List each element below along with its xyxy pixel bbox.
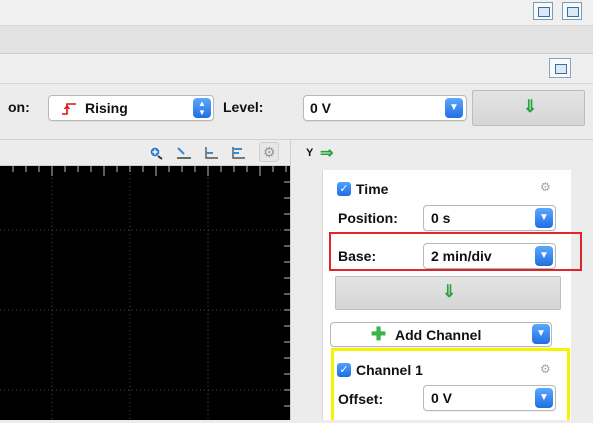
time-position-select[interactable]: 0 s ▼ <box>423 205 556 231</box>
restore-icon <box>555 64 567 74</box>
time-settings-gear-icon[interactable]: ⚙ <box>540 180 551 194</box>
channel1-settings-gear-icon[interactable]: ⚙ <box>540 362 551 376</box>
chevron-down-icon: ▼ <box>535 246 553 266</box>
channel1-offset-select[interactable]: 0 V ▼ <box>423 385 556 411</box>
time-position-label: Position: <box>338 210 398 226</box>
time-base-label: Base: <box>338 248 377 264</box>
chevron-down-icon: ▼ <box>445 98 463 118</box>
maximize-window-button[interactable] <box>562 2 582 20</box>
down-arrow-icon: ⇓ <box>523 97 538 116</box>
scope-toolbar <box>0 140 290 166</box>
add-channel-button[interactable]: ✚ Add Channel <box>330 322 552 347</box>
channel1-offset-value: 0 V <box>431 390 453 406</box>
time-title: Time <box>356 181 389 197</box>
rising-edge-icon <box>62 103 76 115</box>
chevron-down-icon: ▼ <box>535 208 553 228</box>
restore-icon <box>538 7 550 17</box>
add-channel-dropdown-icon[interactable]: ▼ <box>532 324 550 344</box>
scope-settings-button[interactable]: ⚙ <box>259 142 279 162</box>
trigger-slope-value: Rising <box>85 100 128 116</box>
apply-trigger-button[interactable]: ⇓ <box>472 90 585 126</box>
time-position-value: 0 s <box>431 210 451 226</box>
trigger-level-label: Level: <box>223 99 264 115</box>
add-channel-label: Add Channel <box>395 327 482 343</box>
apply-time-button[interactable]: ⇓ <box>335 276 561 310</box>
plus-icon: ✚ <box>371 324 387 344</box>
chevron-down-icon: ▼ <box>535 388 553 408</box>
zoom-icon[interactable] <box>148 146 164 160</box>
toolbar-strip <box>0 26 593 54</box>
up-down-arrows-icon: ▲ ▼ <box>193 98 211 118</box>
sub-toolbar-strip <box>0 54 593 84</box>
time-base-select[interactable]: 2 min/div ▼ <box>423 243 556 269</box>
baseline-icon[interactable] <box>203 146 219 160</box>
trigger-slope-select[interactable]: Rising ▲ ▼ <box>48 95 214 121</box>
window-title-bar <box>0 0 593 26</box>
cursor-icon[interactable] <box>176 146 192 160</box>
trigger-slope-label: on: <box>8 99 30 115</box>
panel-restore-button[interactable] <box>549 58 571 78</box>
scope-grid <box>0 166 290 420</box>
gear-icon: ⚙ <box>263 144 276 160</box>
down-arrow-icon: ⇓ <box>442 282 457 301</box>
channel1-title: Channel 1 <box>356 362 423 378</box>
channel1-checkbox[interactable]: ✓ <box>337 363 351 377</box>
time-base-value: 2 min/div <box>431 248 492 264</box>
channel1-offset-label: Offset: <box>338 391 384 407</box>
trigger-level-value: 0 V <box>310 100 332 116</box>
restore-window-button[interactable] <box>533 2 553 20</box>
time-checkbox[interactable]: ✓ <box>337 182 351 196</box>
oscilloscope-display[interactable] <box>0 166 290 420</box>
maximize-icon <box>567 7 579 17</box>
trigger-level-select[interactable]: 0 V ▼ <box>303 95 467 121</box>
level-icon[interactable] <box>230 146 246 160</box>
y-axis-label: Y <box>306 147 314 159</box>
right-arrow-icon[interactable]: ⇒ <box>320 143 333 163</box>
